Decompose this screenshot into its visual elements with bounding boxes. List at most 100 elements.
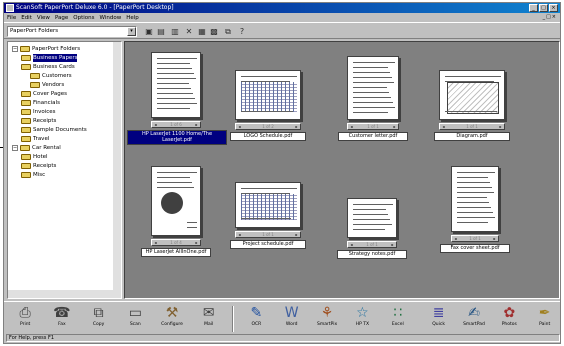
document-thumbnail[interactable] bbox=[347, 198, 397, 238]
document-thumbnail[interactable] bbox=[451, 166, 499, 232]
chevron-down-icon[interactable]: ▾ bbox=[127, 27, 136, 36]
paint-button[interactable]: ✒ Paint bbox=[532, 304, 558, 334]
document-thumbnail[interactable] bbox=[235, 182, 301, 228]
tree-vertical-scrollbar[interactable] bbox=[113, 42, 121, 298]
prev-page-icon[interactable]: ◂ bbox=[440, 124, 447, 129]
menu-file[interactable]: File bbox=[7, 15, 16, 21]
tree-item[interactable]: Receipts bbox=[21, 162, 56, 170]
tree-item[interactable]: Customers bbox=[30, 72, 72, 80]
document-caption[interactable]: Project schedule.pdf bbox=[230, 240, 306, 249]
new-folder-icon[interactable]: ▥ bbox=[170, 27, 180, 37]
fax-button[interactable]: ☎ Fax bbox=[49, 304, 75, 334]
document-thumbnail[interactable] bbox=[151, 166, 201, 236]
next-page-icon[interactable]: ▸ bbox=[491, 236, 498, 241]
stack-icon[interactable]: ⧉ bbox=[223, 27, 233, 37]
prev-page-icon[interactable]: ◂ bbox=[348, 242, 355, 247]
document-thumbnail[interactable] bbox=[347, 56, 399, 120]
next-page-icon[interactable]: ▸ bbox=[193, 240, 200, 245]
close-button[interactable]: × bbox=[549, 4, 558, 12]
next-page-icon[interactable]: ▸ bbox=[497, 124, 504, 129]
page-navigator[interactable]: ◂ ▸ 1 of 1 bbox=[347, 123, 399, 130]
ocr-button[interactable]: ✎ OCR bbox=[243, 304, 269, 334]
next-page-icon[interactable]: ▸ bbox=[391, 124, 398, 129]
document-caption[interactable]: LOGO Schedule.pdf bbox=[230, 132, 306, 141]
word-button[interactable]: W Word bbox=[279, 304, 305, 334]
next-page-icon[interactable]: ▸ bbox=[193, 122, 200, 127]
tree-item[interactable]: Vendors bbox=[30, 81, 64, 89]
prev-page-icon[interactable]: ◂ bbox=[236, 124, 243, 129]
expander-icon[interactable]: − bbox=[12, 145, 18, 151]
page-navigator[interactable]: ◂ ▸ 1 of 1 bbox=[451, 235, 499, 242]
maximize-button[interactable]: □ bbox=[539, 4, 548, 12]
next-page-icon[interactable]: ▸ bbox=[389, 242, 396, 247]
tree-item-label: Cover Pages bbox=[33, 91, 68, 97]
prev-page-icon[interactable]: ◂ bbox=[152, 122, 159, 127]
tree-item[interactable]: Cover Pages bbox=[21, 90, 67, 98]
text-line bbox=[353, 219, 390, 220]
tree-item-label: Travel bbox=[33, 136, 50, 142]
tree-item[interactable]: Travel bbox=[21, 135, 49, 143]
tree-item[interactable]: Sample Documents bbox=[21, 126, 87, 134]
prev-page-icon[interactable]: ◂ bbox=[236, 232, 243, 237]
tree-item[interactable]: Receipts bbox=[21, 117, 56, 125]
mail-button[interactable]: ✉ Mail bbox=[196, 304, 222, 334]
grid-icon[interactable]: ▩ bbox=[209, 27, 219, 37]
page-navigator[interactable]: ◂ ▸ 1 of 1 bbox=[347, 241, 397, 248]
photos-button[interactable]: ✿ Photos bbox=[496, 304, 522, 334]
prev-page-icon[interactable]: ◂ bbox=[348, 124, 355, 129]
next-page-icon[interactable]: ▸ bbox=[293, 124, 300, 129]
document-caption[interactable]: Fax cover sheet.pdf bbox=[440, 244, 510, 253]
menu-window[interactable]: Window bbox=[100, 15, 122, 21]
menu-help[interactable]: Help bbox=[126, 15, 139, 21]
prev-page-icon[interactable]: ◂ bbox=[452, 236, 459, 241]
expander-icon[interactable]: − bbox=[12, 46, 18, 52]
tree-item[interactable]: − PaperPort Folders bbox=[12, 45, 80, 53]
tree-item[interactable]: Financials bbox=[21, 99, 60, 107]
copy-button[interactable]: ⧉ Copy bbox=[86, 304, 112, 334]
view-thumbnails-icon[interactable]: ▣ bbox=[144, 27, 154, 37]
properties-icon[interactable]: ▦ bbox=[197, 27, 207, 37]
tree-horizontal-scrollbar[interactable] bbox=[8, 290, 121, 298]
page-navigator[interactable]: ◂ ▸ 1 of 4 bbox=[151, 239, 201, 246]
next-page-icon[interactable]: ▸ bbox=[293, 232, 300, 237]
smartpix-button[interactable]: ⚘ SmartPix bbox=[314, 304, 340, 334]
mdi-controls[interactable]: _□× bbox=[543, 14, 557, 20]
quick-button[interactable]: ≣ Quick bbox=[426, 304, 452, 334]
help-icon[interactable]: ? bbox=[237, 27, 247, 37]
document-caption[interactable]: Strategy notes.pdf bbox=[337, 250, 407, 259]
view-page-icon[interactable]: ▤ bbox=[156, 27, 166, 37]
hp-tx-button[interactable]: ☆ HP TX bbox=[349, 304, 375, 334]
tree-item[interactable]: Misc bbox=[21, 171, 45, 179]
scan-button[interactable]: ▭ Scan bbox=[122, 304, 148, 334]
app-icon bbox=[6, 4, 14, 12]
menu-options[interactable]: Options bbox=[73, 15, 94, 21]
minimize-button[interactable]: _ bbox=[529, 4, 538, 12]
document-caption[interactable]: HP LaserJet AllInOne.pdf bbox=[141, 248, 211, 257]
tree-item-label: Invoices bbox=[33, 109, 56, 115]
document-thumbnail[interactable] bbox=[151, 52, 201, 118]
folder-combo[interactable]: PaperPort Folders ▾ bbox=[7, 26, 137, 37]
configure-button[interactable]: ⚒ Configure bbox=[159, 304, 185, 334]
tree-item[interactable]: − Car Rental bbox=[12, 144, 61, 152]
menu-view[interactable]: View bbox=[37, 15, 50, 21]
prev-page-icon[interactable]: ◂ bbox=[152, 240, 159, 245]
page-navigator[interactable]: ◂ ▸ 1 of 1 bbox=[439, 123, 505, 130]
tree-item[interactable]: Business Cards bbox=[21, 63, 75, 71]
smartpad-button[interactable]: ✍ SmartPad bbox=[461, 304, 487, 334]
page-navigator[interactable]: ◂ ▸ 1 of 6 bbox=[151, 121, 201, 128]
tree-item[interactable]: Invoices bbox=[21, 108, 56, 116]
delete-icon[interactable]: ✕ bbox=[184, 27, 194, 37]
document-caption[interactable]: Customer letter.pdf bbox=[338, 132, 408, 141]
menu-page[interactable]: Page bbox=[55, 15, 68, 21]
page-navigator[interactable]: ◂ ▸ 1 of 2 bbox=[235, 123, 301, 130]
tree-item[interactable]: Business Papers bbox=[21, 54, 78, 62]
print-button[interactable]: ⎙ Print bbox=[12, 304, 38, 334]
document-caption[interactable]: HP LaserJet 1100 Home/The LaserJet.pdf bbox=[127, 130, 227, 145]
document-thumbnail[interactable] bbox=[439, 70, 505, 120]
menu-edit[interactable]: Edit bbox=[21, 15, 32, 21]
document-thumbnail[interactable] bbox=[235, 70, 301, 120]
page-navigator[interactable]: ◂ ▸ 1 of 1 bbox=[235, 231, 301, 238]
document-caption[interactable]: Diagram.pdf bbox=[434, 132, 510, 141]
tree-item[interactable]: Hotel bbox=[21, 153, 48, 161]
excel-button[interactable]: ∷ Excel bbox=[385, 304, 411, 334]
